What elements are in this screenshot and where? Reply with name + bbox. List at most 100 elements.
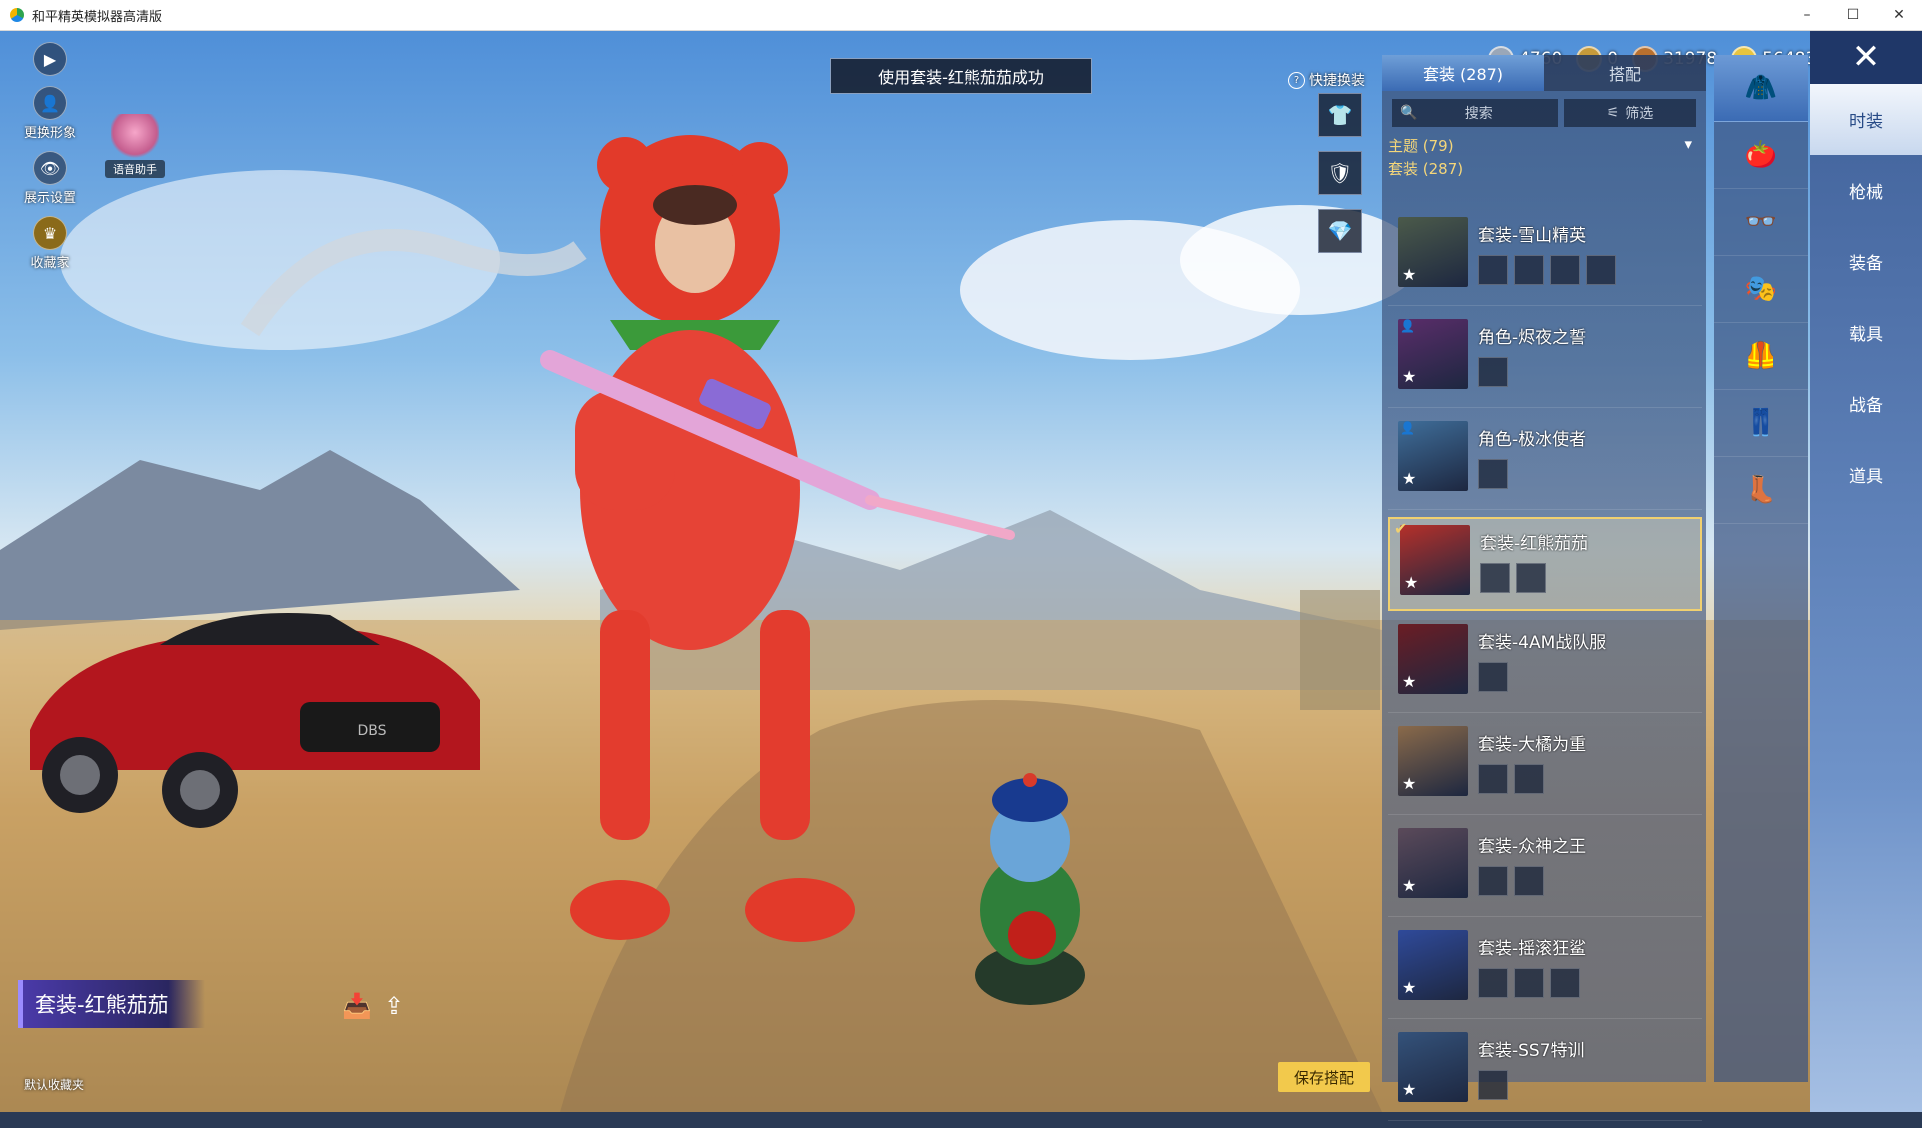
suit-part-thumbnail[interactable] [1586,255,1616,285]
quick-gem-button[interactable]: 💎 [1318,209,1362,253]
quick-change-buttons: 👕 🛡 💎 [1318,93,1362,267]
suit-list-item[interactable]: ★ 套装-4AM战队服 [1388,618,1702,713]
close-window-button[interactable]: ✕ [1876,0,1922,30]
suit-part-thumbnail[interactable] [1478,662,1508,692]
suit-name: 套装-雪山精英 [1478,226,1587,246]
quick-helmet-button[interactable]: 🛡 [1318,151,1362,195]
voice-assistant-label: 语音助手 [105,160,165,178]
tomato-icon[interactable]: 🍅 [1714,122,1808,189]
default-favorites-label[interactable]: 默认收藏夹 [24,1076,84,1093]
star-icon[interactable]: ★ [1402,1080,1416,1099]
left-toolbar: ▶ 👤 更换形象 👁 展示设置 ♛ 收藏家 [18,42,82,281]
quick-outfit-button[interactable]: 👕 [1318,93,1362,137]
category-fashion[interactable]: 时装 [1810,84,1922,155]
suit-part-thumbnail[interactable] [1478,255,1508,285]
change-avatar-label: 更换形象 [23,126,76,141]
suit-part-thumbnail[interactable] [1550,968,1580,998]
filter-button[interactable]: ⚟ 筛选 [1564,99,1696,127]
check-icon: ✔ [1394,519,1408,538]
category-column: ✕ 时装 枪械 装备 载具 战备 道具 [1810,30,1922,1112]
app-icon [10,8,24,22]
change-avatar-button[interactable]: 👤 更换形象 [18,86,82,141]
theme-dropdown[interactable]: 主题 (79) ▾ [1382,127,1706,156]
suit-part-thumbnail[interactable] [1478,968,1508,998]
category-vehicles[interactable]: 载具 [1810,297,1922,368]
suit-parts [1478,255,1616,285]
slot-icon-column: 🧥 🍅 👓 🎭 🦺 👖 👢 [1714,55,1808,1082]
suit-part-thumbnail[interactable] [1550,255,1580,285]
favorite-icon[interactable]: 📥 [342,992,372,1020]
person-icon: 👤 [1400,319,1415,333]
search-icon: 🔍 [1400,105,1418,121]
filter-icon: ⚟ [1606,105,1620,121]
vest-icon[interactable]: 🦺 [1714,323,1808,390]
save-outfit-button[interactable]: 保存搭配 [1278,1062,1370,1092]
suit-part-thumbnail[interactable] [1514,764,1544,794]
star-icon[interactable]: ★ [1404,573,1418,592]
voice-assistant-button[interactable]: 语音助手 [105,114,165,178]
suit-part-thumbnail[interactable] [1478,866,1508,896]
suit-name: 套装-SS7特训 [1478,1041,1585,1061]
suit-part-thumbnail[interactable] [1514,968,1544,998]
suit-name: 套装-大橘为重 [1478,735,1587,755]
search-input[interactable]: 🔍 搜索 [1392,99,1558,127]
suit-part-thumbnail[interactable] [1514,255,1544,285]
category-gear[interactable]: 战备 [1810,368,1922,439]
help-icon: ? [1288,71,1305,89]
share-icon[interactable]: ⇪ [384,992,404,1020]
outfit-icon[interactable]: 🧥 [1714,55,1808,122]
suit-part-thumbnail[interactable] [1478,764,1508,794]
mask-icon[interactable]: 🎭 [1714,256,1808,323]
close-icon[interactable]: ✕ [1810,30,1922,84]
tab-suits[interactable]: 套装 (287) [1382,55,1544,91]
current-suit-label: 套装-红熊茄茄 [18,980,205,1028]
star-icon[interactable]: ★ [1402,978,1416,997]
suit-list-item[interactable]: ✔ ★ 套装-红熊茄茄 [1388,517,1702,611]
suit-name: 套装-红熊茄茄 [1480,534,1589,554]
star-icon[interactable]: ★ [1402,367,1416,386]
minimize-button[interactable]: – [1784,0,1830,30]
tab-match[interactable]: 搭配 [1544,55,1706,91]
eye-icon: 👁 [33,151,67,185]
quick-change-header[interactable]: ? 快捷换装 [1288,70,1365,90]
suit-list-item[interactable]: 👤 ★ 角色-极冰使者 [1388,415,1702,510]
suit-part-thumbnail[interactable] [1480,563,1510,593]
suit-list-item[interactable]: ★ 套装-大橘为重 [1388,720,1702,815]
suit-part-thumbnail[interactable] [1478,1070,1508,1100]
suit-part-thumbnail[interactable] [1478,459,1508,489]
suit-part-thumbnail[interactable] [1516,563,1546,593]
star-icon[interactable]: ★ [1402,774,1416,793]
suit-tabs: 套装 (287) 搭配 [1382,55,1706,91]
suit-list-item[interactable]: ★ 套装-SS7特训 [1388,1026,1702,1121]
suit-part-thumbnail[interactable] [1478,357,1508,387]
suit-list-item[interactable]: ★ 套装-摇滚狂鲨 [1388,924,1702,1019]
suit-list-item[interactable]: ★ 套装-雪山精英 [1388,211,1702,306]
suit-part-thumbnail[interactable] [1514,866,1544,896]
category-weapons[interactable]: 枪械 [1810,155,1922,226]
star-icon[interactable]: ★ [1402,469,1416,488]
suit-name: 角色-烬夜之誓 [1478,328,1587,348]
star-icon[interactable]: ★ [1402,672,1416,691]
display-settings-label: 展示设置 [23,191,76,206]
suit-list: ★ 套装-雪山精英 👤 ★ 角色-烬夜之誓 👤 ★ 角色-极冰使者 ✔ ★ 套装-红熊茄茄 ★ 套装-4… [1388,211,1702,1128]
pants-icon[interactable]: 👖 [1714,390,1808,457]
maximize-button[interactable]: ☐ [1830,0,1876,30]
collector-label: 收藏家 [30,256,70,271]
crown-icon: ♛ [33,216,67,250]
category-equipment[interactable]: 装备 [1810,226,1922,297]
suit-parts [1478,866,1544,896]
star-icon[interactable]: ★ [1402,876,1416,895]
collector-button[interactable]: ♛ 收藏家 [18,216,82,271]
play-button[interactable]: ▶ [18,42,82,76]
display-settings-button[interactable]: 👁 展示设置 [18,151,82,206]
category-items[interactable]: 道具 [1810,439,1922,510]
star-icon[interactable]: ★ [1402,265,1416,284]
glasses-icon[interactable]: 👓 [1714,189,1808,256]
suits-count-label: 套装 (287) [1388,160,1464,178]
suit-list-item[interactable]: 👤 ★ 角色-烬夜之誓 [1388,313,1702,408]
suit-name: 套装-众神之王 [1478,837,1587,857]
window-titlebar: 和平精英模拟器高清版 – ☐ ✕ [0,0,1922,31]
suit-parts [1478,662,1508,692]
boots-icon[interactable]: 👢 [1714,457,1808,524]
suit-list-item[interactable]: ★ 套装-众神之王 [1388,822,1702,917]
